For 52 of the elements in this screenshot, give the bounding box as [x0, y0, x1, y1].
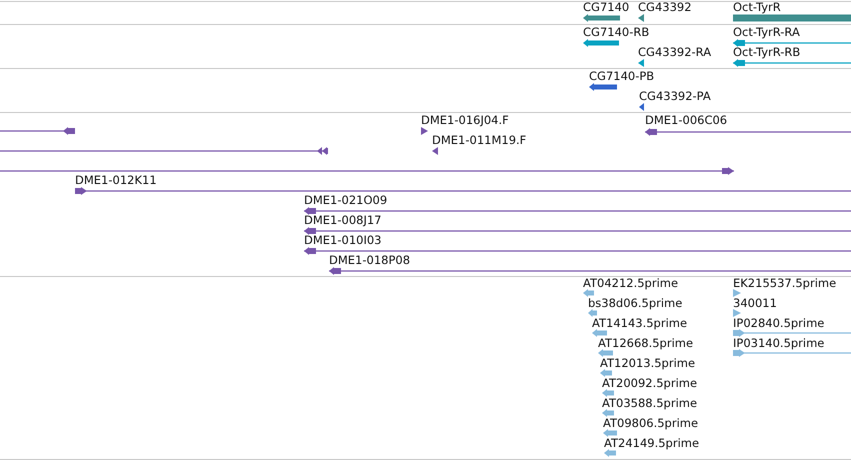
feature-label: CG43392-PA [639, 89, 711, 103]
feature-label: CG7140 [583, 0, 630, 14]
feature-label: DME1-006C06 [645, 113, 728, 127]
feature-label: 340011 [733, 296, 777, 310]
feature-label: Oct-TyrR-RA [733, 25, 800, 39]
feature-marker[interactable] [733, 288, 741, 298]
feature-label: DME1-010I03 [304, 233, 382, 247]
feature-marker[interactable] [733, 308, 741, 318]
feature-label: CG7140-PB [589, 69, 654, 83]
feature-line[interactable] [304, 246, 851, 256]
feature-label: AT12668.5prime [598, 336, 694, 350]
feature-line[interactable] [329, 266, 851, 276]
feature-line[interactable] [75, 186, 851, 196]
feature-line[interactable] [0, 166, 734, 176]
feature-line[interactable] [0, 126, 75, 136]
feature-label: CG7140-RB [583, 25, 650, 39]
feature-bar[interactable] [583, 38, 619, 48]
feature-line[interactable] [0, 146, 328, 156]
feature-bar[interactable] [733, 13, 851, 23]
feature-label: DME1-018P08 [329, 253, 410, 267]
feature-label: DME1-012K11 [75, 173, 157, 187]
feature-bar[interactable] [589, 82, 617, 92]
feature-label: Oct-TyrR-RB [733, 45, 800, 59]
feature-label: AT09806.5prime [603, 416, 698, 430]
feature-label: bs38d06.5prime [588, 296, 682, 310]
feature-label: DME1-011M19.F [432, 133, 526, 147]
feature-label: IP03140.5prime [733, 336, 824, 350]
feature-line[interactable] [733, 58, 851, 68]
feature-line[interactable] [645, 127, 851, 137]
feature-label: AT24149.5prime [604, 436, 700, 450]
feature-label: CG43392 [638, 0, 692, 14]
feature-label: AT04212.5prime [583, 276, 678, 290]
feature-label: AT14143.5prime [592, 316, 688, 330]
feature-marker[interactable] [432, 146, 438, 156]
feature-line[interactable] [304, 226, 851, 236]
feature-marker[interactable] [638, 58, 644, 68]
feature-label: AT20092.5prime [602, 376, 698, 390]
feature-label: DME1-021O09 [304, 193, 388, 207]
feature-label: Oct-TyrR [733, 0, 781, 14]
feature-label: AT12013.5prime [600, 356, 696, 370]
feature-label: IP02840.5prime [733, 316, 824, 330]
feature-bar[interactable] [583, 13, 620, 23]
feature-marker[interactable] [421, 126, 428, 136]
feature-line[interactable] [733, 38, 851, 48]
feature-label: EK215537.5prime [733, 276, 836, 290]
feature-line[interactable] [304, 206, 851, 216]
feature-label: DME1-016J04.F [421, 113, 509, 127]
feature-marker[interactable] [638, 13, 644, 23]
feature-label: AT03588.5prime [602, 396, 698, 410]
feature-marker[interactable] [639, 102, 644, 112]
feature-label: DME1-008J17 [304, 213, 382, 227]
feature-label: CG43392-RA [638, 45, 712, 59]
